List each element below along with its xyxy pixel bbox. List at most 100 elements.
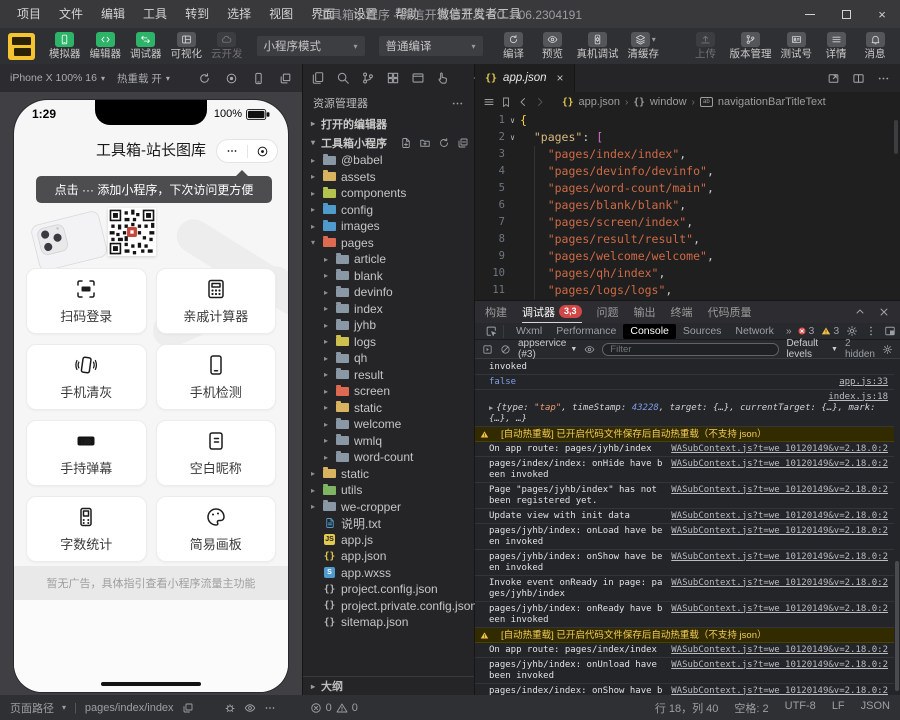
app-card[interactable]: 空白昵称 [155,420,276,486]
context-select[interactable]: appservice (#3) ▼ [518,338,577,360]
code-line[interactable]: 10 "pages/qh/index", [475,265,892,282]
status-segment[interactable]: 空格: 2 [734,700,768,716]
eye-icon[interactable] [244,702,256,714]
source-link[interactable]: index.js:18 [828,392,888,403]
tree-item[interactable]: ▸ result [303,367,474,384]
live-expression-icon[interactable] [584,344,595,355]
split-icon[interactable] [852,72,865,85]
collapse-all-icon[interactable] [457,137,469,149]
menu-item[interactable]: 项目 [8,0,50,28]
code-line[interactable]: 2 ∨ "pages": [ [475,129,892,146]
tree-item[interactable]: JS app.js [303,532,474,549]
simulator-refresh-icon[interactable] [198,72,211,85]
code-line[interactable]: 6 "pages/blank/blank", [475,197,892,214]
code-line[interactable]: 8 "pages/result/result", [475,231,892,248]
source-link[interactable]: WASubContext.js?t=we_10120149&v=2.18.0:2 [671,686,888,696]
toolbar-button-editor[interactable]: 编辑器 [88,32,124,61]
toolbar-button-visualization[interactable]: 可视化 [169,32,205,61]
new-file-icon[interactable] [400,137,412,149]
warning-count[interactable]: 3 [821,325,839,337]
activity-git-icon[interactable] [361,71,375,85]
outline-list-icon[interactable] [483,96,495,108]
console-scrollbar[interactable] [894,360,900,695]
copy-path-icon[interactable] [182,702,194,714]
dock-side-icon[interactable] [884,325,896,337]
menu-item[interactable]: 工具 [134,0,176,28]
toolbar-button-debugger[interactable]: 调试器 [128,32,164,61]
tree-item[interactable]: ▸ jyhb [303,317,474,334]
code-area[interactable]: 1 ∨{2 ∨ "pages": [3 "pages/index/index", 4 … [475,112,892,300]
toolbar-button-clear-cache[interactable]: ▾ 清缓存 [626,32,662,61]
more-icon[interactable] [877,72,890,85]
app-card[interactable]: 字数统计 [26,496,147,562]
code-line[interactable]: 7 "pages/screen/index", [475,214,892,231]
breadcrumb-segment[interactable]: navigationBarTitleText [718,96,826,108]
tree-item[interactable]: 说明.txt [303,515,474,532]
arrow-right-icon[interactable] [534,96,546,108]
tree-item[interactable]: ▸ static [303,400,474,417]
devtools-tab-console[interactable]: Console [623,323,676,339]
expand-icon[interactable]: ▶ [489,404,493,412]
refresh-icon[interactable] [438,137,450,149]
tab-app-json[interactable]: {} app.json × [475,64,575,92]
toolbar-button-upload[interactable]: 上传 [689,32,723,61]
tree-item[interactable]: ▸ static [303,466,474,483]
panel-tab-输出[interactable]: 输出 [634,301,656,323]
tree-item[interactable]: ▸ utils [303,482,474,499]
toolbar-button-device-debug[interactable]: 真机调试 [575,32,621,61]
tree-item[interactable]: {} sitemap.json [303,614,474,631]
menu-item[interactable]: 视图 [260,0,302,28]
activity-files-icon[interactable] [311,71,325,85]
tree-item[interactable]: ▸ devinfo [303,284,474,301]
source-link[interactable]: WASubContext.js?t=we_10120149&v=2.18.0:2 [671,552,888,563]
more-tabs-button[interactable]: » [781,326,797,337]
source-link[interactable]: WASubContext.js?t=we_10120149&v=2.18.0:2 [671,645,888,656]
toolbar-button-test-account[interactable]: 测试号 [779,32,815,61]
console-object-preview[interactable]: ▶ {type: "tap", timeStamp: 43228, target:… [489,403,888,425]
preview-open-icon[interactable] [827,72,840,85]
tree-item[interactable]: ▸ we-cropper [303,499,474,516]
error-count[interactable]: 3 [797,325,814,337]
code-line[interactable]: 4 "pages/devinfo/devinfo", [475,163,892,180]
toolbar-button-version-manage[interactable]: 版本管理 [728,32,774,61]
tree-item[interactable]: {} project.private.config.json [303,598,477,615]
breadcrumb-segment[interactable]: app.json [578,96,620,108]
tree-item[interactable]: ▸ components [303,185,474,202]
source-link[interactable]: app.js:33 [839,377,888,388]
menu-item[interactable]: 转到 [176,0,218,28]
app-card[interactable]: 手机检测 [155,344,276,410]
source-link[interactable]: WASubContext.js?t=we_10120149&v=2.18.0:2 [671,526,888,537]
source-link[interactable]: WASubContext.js?t=we_10120149&v=2.18.0:2 [671,604,888,615]
toolbar-button-preview[interactable]: 预览 [536,32,570,61]
devtools-tab-wxml[interactable]: Wxml [509,324,549,339]
console-settings-icon[interactable] [882,344,893,355]
tree-item[interactable]: ▸ qh [303,350,474,367]
minimize-button[interactable] [792,0,828,28]
app-card[interactable]: LED 手持弹幕 [26,420,147,486]
more-icon[interactable] [264,702,276,714]
console-filter-input[interactable] [602,342,780,356]
tree-item[interactable]: ▸ article [303,251,474,268]
status-segment[interactable]: LF [832,700,845,716]
tree-item[interactable]: ▸ index [303,301,474,318]
new-folder-icon[interactable] [419,137,431,149]
toolbar-button-cloud-dev[interactable]: 云开发 [209,32,245,61]
simulator-record-icon[interactable] [225,72,238,85]
status-segment[interactable]: UTF-8 [785,700,816,716]
project-section[interactable]: ▾ 工具箱小程序 [303,133,474,152]
code-line[interactable]: 3 "pages/index/index", [475,146,892,163]
app-card[interactable]: 手机清灰 [26,344,147,410]
tree-item[interactable]: {} project.config.json [303,581,474,598]
tree-item[interactable]: ▸ welcome [303,416,474,433]
code-line[interactable]: 11 "pages/logs/logs", [475,282,892,299]
tree-item[interactable]: ▸ config [303,202,474,219]
mode-select[interactable]: 小程序模式 ▾ [256,36,365,56]
tree-item[interactable]: ▸ wmlq [303,433,474,450]
simulator-phone-icon[interactable] [252,72,265,85]
app-card[interactable]: 亲戚计算器 [155,268,276,334]
code-line[interactable]: 9 "pages/welcome/welcome", [475,248,892,265]
fold-icon[interactable]: ∨ [505,112,520,129]
maximize-button[interactable] [828,0,864,28]
toolbar-button-compile[interactable]: 编译 [497,32,531,61]
bookmark-icon[interactable] [500,96,512,108]
